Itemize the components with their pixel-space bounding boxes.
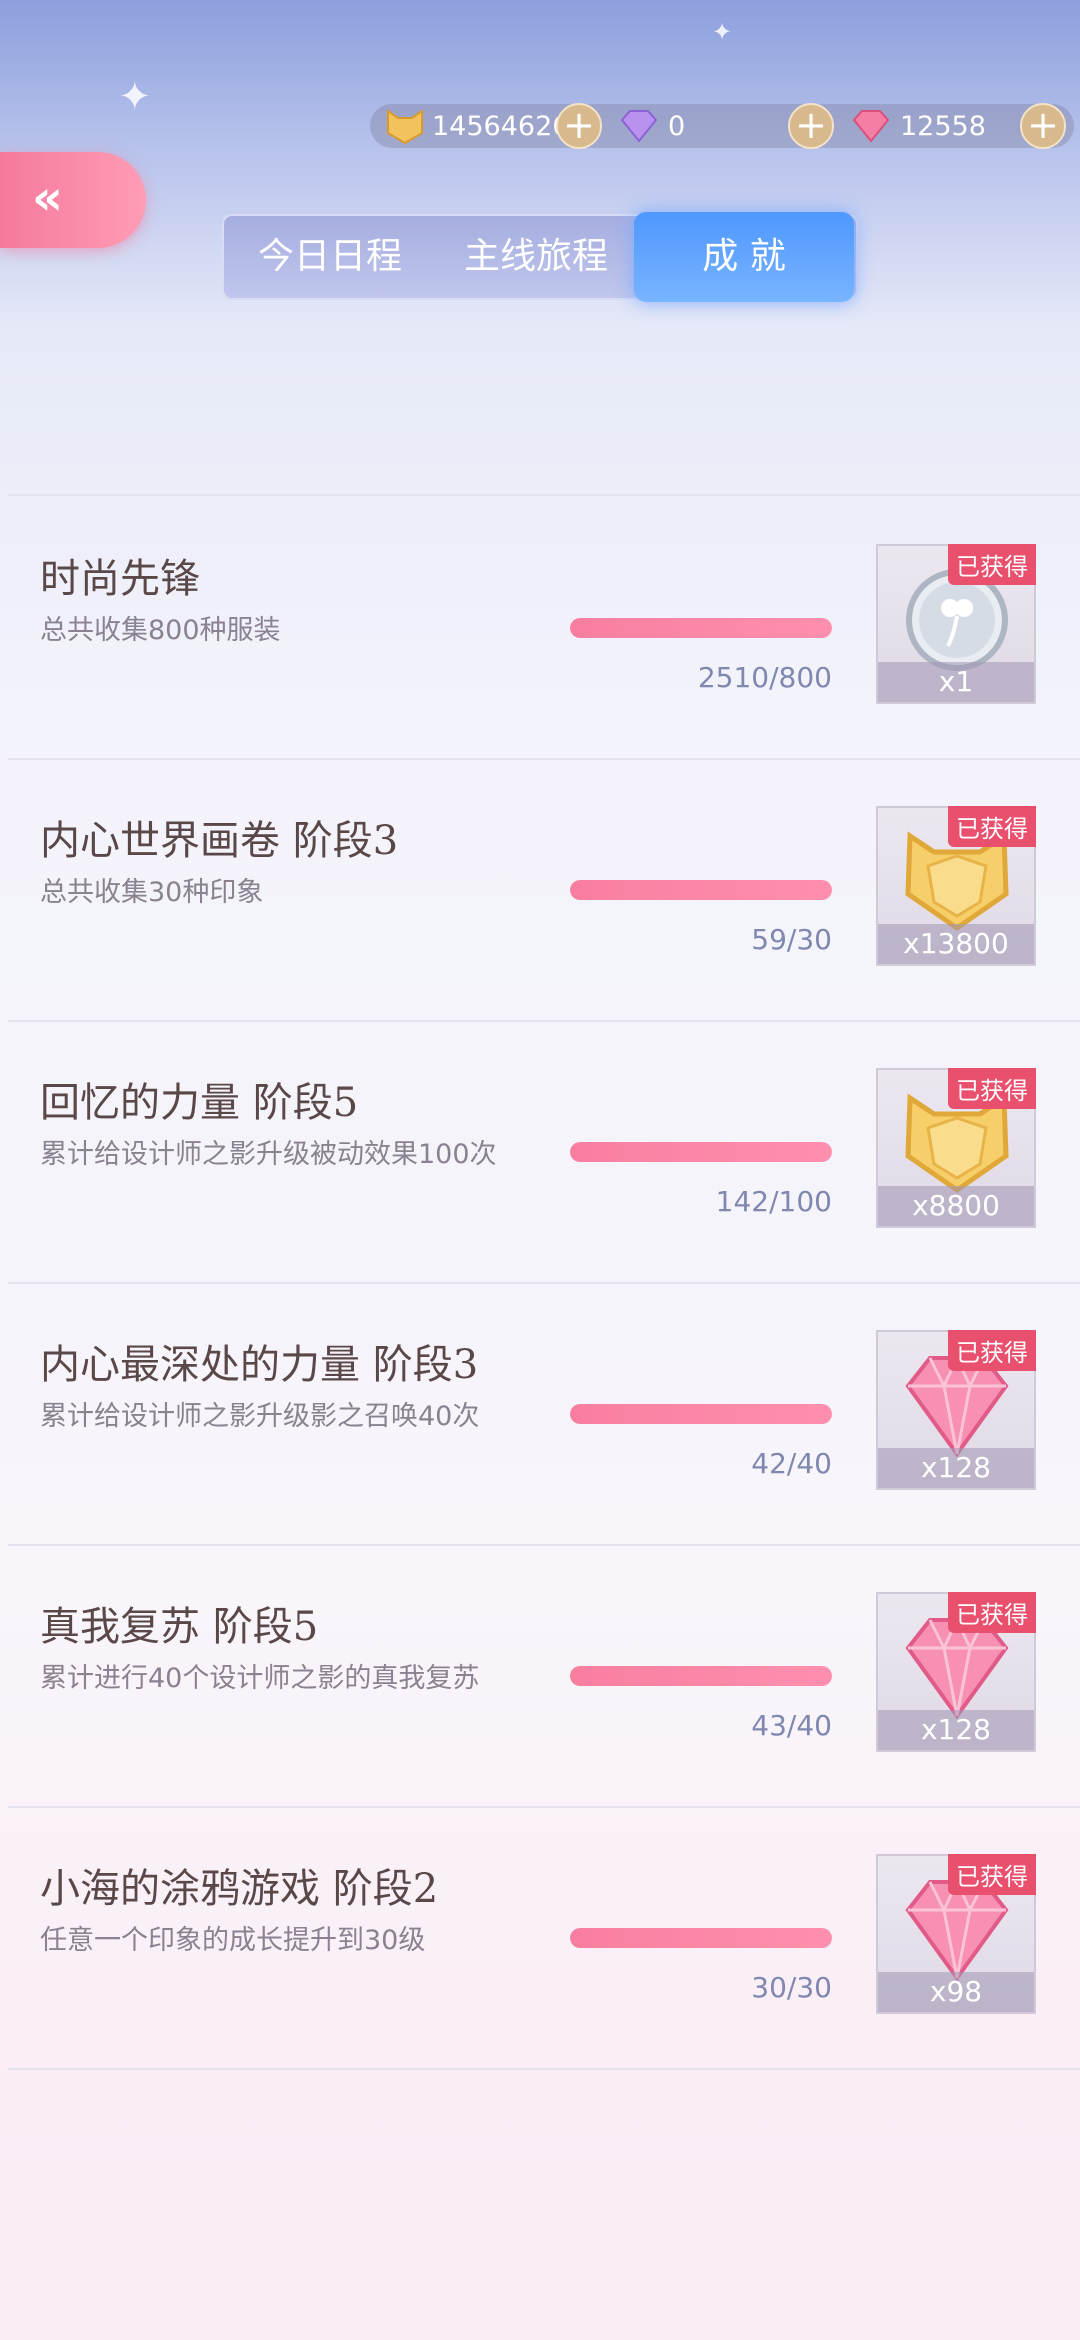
progress-text: 30/30 xyxy=(751,1971,832,2004)
back-button[interactable]: « xyxy=(0,152,146,248)
reward-quantity: x13800 xyxy=(878,924,1034,964)
add-purple-diamonds-button[interactable]: + xyxy=(788,103,834,149)
coin-amount: 14564626 xyxy=(432,110,570,142)
achievement-title: 小海的涂鸦游戏 阶段2 xyxy=(40,1866,439,1912)
achievement-description: 累计进行40个设计师之影的真我复苏 xyxy=(40,1663,480,1694)
pink-diamond-icon xyxy=(852,110,890,143)
progress-bar-fill xyxy=(570,618,832,638)
obtained-badge: 已获得 xyxy=(948,1592,1036,1633)
achievement-description: 任意一个印象的成长提升到30级 xyxy=(40,1925,426,1956)
achievement-description: 总共收集800种服装 xyxy=(40,615,281,646)
achievement-description: 累计给设计师之影升级影之召唤40次 xyxy=(40,1401,480,1432)
progress-bar xyxy=(570,880,832,900)
achievement-row: 小海的涂鸦游戏 阶段2 任意一个印象的成长提升到30级 30/30 已获得 x9… xyxy=(0,1806,1080,2068)
tab-bar: 今日日程 主线旅程 成 就 xyxy=(222,212,858,302)
achievement-title: 回忆的力量 阶段5 xyxy=(40,1080,359,1126)
back-arrow-icon: « xyxy=(32,170,64,226)
progress-bar-fill xyxy=(570,1142,832,1162)
progress-bar-fill xyxy=(570,880,832,900)
tab-achievements[interactable]: 成 就 xyxy=(634,212,854,302)
reward-slot[interactable]: 已获得 x1 xyxy=(876,544,1036,704)
obtained-badge: 已获得 xyxy=(948,1330,1036,1371)
achievement-title: 内心世界画卷 阶段3 xyxy=(40,818,399,864)
achievement-row: 回忆的力量 阶段5 累计给设计师之影升级被动效果100次 142/100 已获得… xyxy=(0,1020,1080,1282)
progress-bar-fill xyxy=(570,1928,832,1948)
progress-bar xyxy=(570,1928,832,1948)
achievement-row: 内心世界画卷 阶段3 总共收集30种印象 59/30 已获得 x13800 xyxy=(0,758,1080,1020)
reward-slot[interactable]: 已获得 x128 xyxy=(876,1592,1036,1752)
add-pink-diamonds-button[interactable]: + xyxy=(1020,103,1066,149)
tab-daily-schedule[interactable]: 今日日程 xyxy=(232,216,428,298)
purple-diamond-amount: 0 xyxy=(668,110,686,142)
coin-counter: 14564626 xyxy=(384,104,569,148)
achievement-description: 总共收集30种印象 xyxy=(40,877,264,908)
pink-diamond-counter: 12558 xyxy=(850,104,986,148)
achievement-description: 累计给设计师之影升级被动效果100次 xyxy=(40,1139,497,1170)
purple-diamond-counter: 0 xyxy=(618,104,685,148)
progress-text: 142/100 xyxy=(715,1185,832,1218)
pink-diamond-amount: 12558 xyxy=(900,110,986,142)
achievement-row: 时尚先锋 总共收集800种服装 2510/800 已获得 x1 xyxy=(0,496,1080,758)
progress-bar-fill xyxy=(570,1666,832,1686)
progress-text: 2510/800 xyxy=(697,661,832,694)
gold-cat-coin-icon xyxy=(387,109,423,145)
bottom-fade xyxy=(0,2090,1080,2340)
add-coins-button[interactable]: + xyxy=(556,103,602,149)
achievement-row: 真我复苏 阶段5 累计进行40个设计师之影的真我复苏 43/40 已获得 x12… xyxy=(0,1544,1080,1806)
achievement-title: 内心最深处的力量 阶段3 xyxy=(40,1342,479,1388)
progress-bar xyxy=(570,1666,832,1686)
progress-text: 42/40 xyxy=(751,1447,832,1480)
sparkle-icon: ✦ xyxy=(118,74,152,120)
progress-text: 43/40 xyxy=(751,1709,832,1742)
divider xyxy=(8,2068,1080,2070)
progress-bar-fill xyxy=(570,1404,832,1424)
obtained-badge: 已获得 xyxy=(948,1068,1036,1109)
obtained-badge: 已获得 xyxy=(948,544,1036,585)
progress-bar xyxy=(570,1404,832,1424)
obtained-badge: 已获得 xyxy=(948,806,1036,847)
reward-slot[interactable]: 已获得 x128 xyxy=(876,1330,1036,1490)
reward-slot[interactable]: 已获得 x13800 xyxy=(876,806,1036,966)
reward-quantity: x8800 xyxy=(878,1186,1034,1226)
reward-quantity: x128 xyxy=(878,1448,1034,1488)
reward-slot[interactable]: 已获得 x8800 xyxy=(876,1068,1036,1228)
tab-main-journey[interactable]: 主线旅程 xyxy=(438,216,634,298)
reward-slot[interactable]: 已获得 x98 xyxy=(876,1854,1036,2014)
progress-text: 59/30 xyxy=(751,923,832,956)
achievement-title: 时尚先锋 xyxy=(40,556,200,602)
progress-bar xyxy=(570,1142,832,1162)
reward-quantity: x98 xyxy=(878,1972,1034,2012)
sparkle-icon: ✦ xyxy=(712,18,733,46)
progress-bar xyxy=(570,618,832,638)
reward-quantity: x1 xyxy=(878,662,1034,702)
achievement-row: 内心最深处的力量 阶段3 累计给设计师之影升级影之召唤40次 42/40 已获得… xyxy=(0,1282,1080,1544)
reward-quantity: x128 xyxy=(878,1710,1034,1750)
obtained-badge: 已获得 xyxy=(948,1854,1036,1895)
purple-diamond-icon xyxy=(620,110,658,143)
achievement-title: 真我复苏 阶段5 xyxy=(40,1604,319,1650)
